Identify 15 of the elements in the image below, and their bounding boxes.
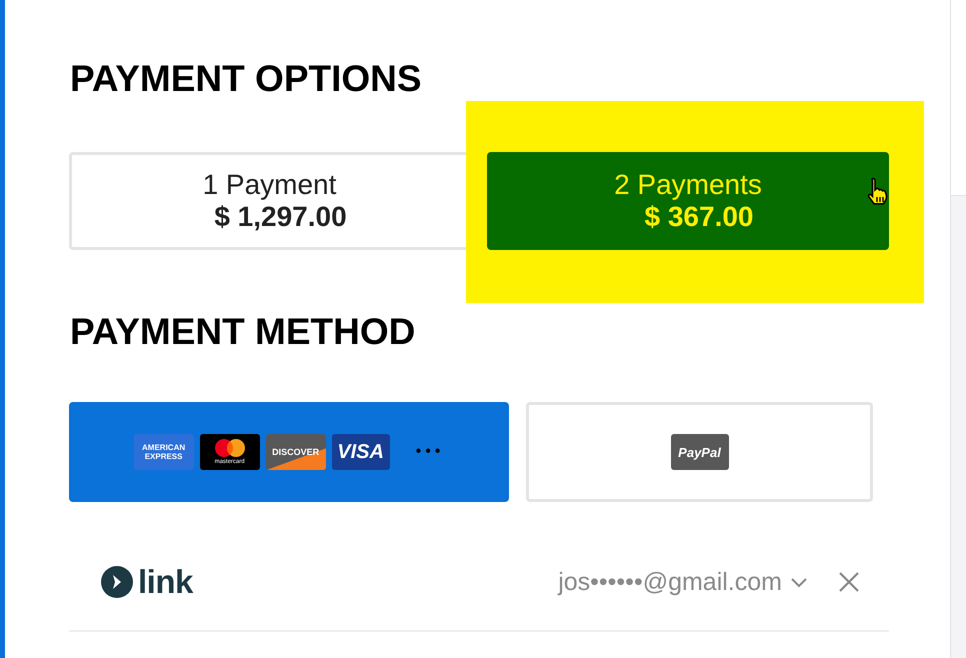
circles-icon bbox=[212, 438, 247, 458]
close-icon bbox=[838, 571, 860, 593]
section-heading: PAYMENT OPTIONS bbox=[70, 57, 423, 101]
close-button[interactable] bbox=[838, 571, 860, 593]
payment-option-button[interactable]: 2 Payments $ 367.00 bbox=[487, 152, 889, 250]
more-dots: ••• bbox=[416, 443, 444, 461]
paypal-logo: PayPal bbox=[670, 434, 728, 470]
visa-logo: VISA bbox=[332, 434, 390, 470]
discover-logo: DISCOVER bbox=[266, 434, 326, 470]
paypal-method-button[interactable]: PayPal bbox=[526, 402, 873, 502]
link-logo-text: link bbox=[138, 563, 193, 601]
section-heading: PAYMENT METHOD bbox=[70, 310, 416, 354]
chevron-down-icon bbox=[790, 576, 808, 588]
amex-logo: AMERICAN EXPRESS bbox=[134, 434, 194, 470]
chevron-circle-icon bbox=[101, 566, 133, 598]
